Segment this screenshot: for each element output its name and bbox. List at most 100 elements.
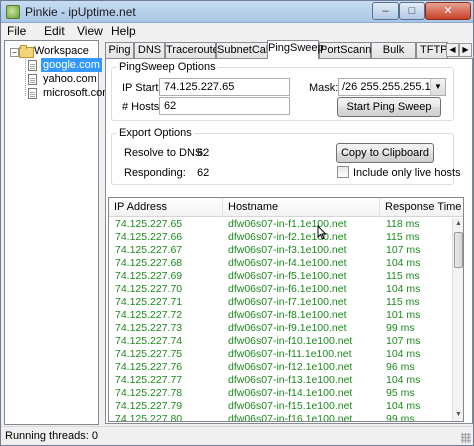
copy-to-clipboard-button[interactable]: Copy to Clipboard bbox=[336, 143, 434, 163]
tree-root-workspace[interactable]: − Workspace bbox=[5, 44, 98, 58]
tab-scroll-left-icon[interactable]: ◀ bbox=[446, 43, 459, 57]
table-row[interactable]: 74.125.227.76 dfw06s07-in-f12.1e100.net 96… bbox=[109, 361, 453, 374]
mask-select-value: /26 255.255.255.192 bbox=[342, 81, 443, 93]
row-hostname: dfw06s07-in-f9.1e100.net bbox=[228, 322, 347, 334]
tree-item-label: google.com bbox=[41, 58, 102, 72]
row-hostname: dfw06s07-in-f5.1e100.net bbox=[228, 270, 347, 282]
table-row[interactable]: 74.125.227.70 dfw06s07-in-f6.1e100.net 104… bbox=[109, 283, 453, 296]
start-ping-sweep-button[interactable]: Start Ping Sweep bbox=[337, 97, 441, 117]
row-response-time: 101 ms bbox=[386, 309, 421, 321]
row-hostname: dfw06s07-in-f6.1e100.net bbox=[228, 283, 347, 295]
tab-subnetcalc[interactable]: SubnetCalc bbox=[216, 42, 274, 58]
menu-help[interactable]: Help bbox=[111, 24, 136, 38]
window-title: Pinkie - ipUptime.net bbox=[25, 5, 136, 19]
menu-view[interactable]: View bbox=[77, 24, 103, 38]
mask-select[interactable]: /26 255.255.255.192 ▼ bbox=[338, 78, 446, 96]
responding-count: 62 bbox=[197, 167, 210, 179]
tab-scroll-right-icon[interactable]: ▶ bbox=[459, 43, 472, 57]
col-ip-address[interactable]: IP Address bbox=[109, 198, 223, 217]
row-ip-address: 74.125.227.67 bbox=[115, 244, 183, 256]
row-response-time: 104 ms bbox=[386, 400, 421, 412]
responding-label: Responding: bbox=[124, 167, 186, 179]
row-ip-address: 74.125.227.70 bbox=[115, 283, 183, 295]
tab-scroll-buttons: ◀ ▶ bbox=[446, 43, 473, 57]
tab-traceroute[interactable]: Traceroute bbox=[165, 42, 219, 58]
row-hostname: dfw06s07-in-f12.1e100.net bbox=[228, 361, 353, 373]
row-hostname: dfw06s07-in-f7.1e100.net bbox=[228, 296, 347, 308]
scroll-down-icon[interactable]: ▼ bbox=[453, 409, 463, 421]
row-hostname: dfw06s07-in-f4.1e100.net bbox=[228, 257, 347, 269]
row-hostname: dfw06s07-in-f2.1e100.net bbox=[228, 231, 347, 243]
table-row[interactable]: 74.125.227.79 dfw06s07-in-f15.1e100.net 10… bbox=[109, 400, 453, 413]
close-button[interactable]: ✕ bbox=[425, 2, 471, 20]
table-row[interactable]: 74.125.227.66 dfw06s07-in-f2.1e100.net 115… bbox=[109, 231, 453, 244]
table-row[interactable]: 74.125.227.65 dfw06s07-in-f1.1e100.net 118… bbox=[109, 218, 453, 231]
tab-ping[interactable]: Ping bbox=[105, 42, 134, 58]
results-header: IP Address Hostname Response Time bbox=[109, 198, 463, 217]
row-response-time: 104 ms bbox=[386, 348, 421, 360]
row-response-time: 107 ms bbox=[386, 335, 421, 347]
chevron-down-icon[interactable]: ▼ bbox=[430, 79, 445, 95]
workspace-tree[interactable]: − Workspace google.com yahoo.com microso… bbox=[4, 40, 111, 425]
row-ip-address: 74.125.227.79 bbox=[115, 400, 183, 412]
table-row[interactable]: 74.125.227.78 dfw06s07-in-f14.1e100.net 95… bbox=[109, 387, 453, 400]
row-response-time: 95 ms bbox=[386, 387, 415, 399]
pingsweep-options-title: PingSweep Options bbox=[117, 61, 218, 73]
hosts-label: # Hosts: bbox=[122, 101, 163, 113]
results-scrollbar[interactable]: ▲ ▼ bbox=[452, 218, 463, 421]
row-hostname: dfw06s07-in-f15.1e100.net bbox=[228, 400, 353, 412]
maximize-button[interactable]: □ bbox=[399, 2, 425, 20]
row-ip-address: 74.125.227.69 bbox=[115, 270, 183, 282]
host-file-icon bbox=[28, 74, 37, 85]
row-response-time: 96 ms bbox=[386, 361, 415, 373]
collapse-icon[interactable]: − bbox=[10, 48, 19, 57]
hosts-input[interactable]: 62 bbox=[159, 97, 290, 115]
row-hostname: dfw06s07-in-f1.1e100.net bbox=[228, 218, 347, 230]
row-ip-address: 74.125.227.74 bbox=[115, 335, 183, 347]
tab-portscanner[interactable]: PortScanner bbox=[319, 42, 381, 58]
mask-label: Mask: bbox=[309, 82, 339, 94]
minimize-button[interactable]: – bbox=[372, 2, 399, 20]
row-ip-address: 74.125.227.72 bbox=[115, 309, 183, 321]
table-row[interactable]: 74.125.227.74 dfw06s07-in-f10.1e100.net 10… bbox=[109, 335, 453, 348]
export-options-title: Export Options bbox=[117, 127, 194, 139]
table-row[interactable]: 74.125.227.77 dfw06s07-in-f13.1e100.net 10… bbox=[109, 374, 453, 387]
scroll-up-icon[interactable]: ▲ bbox=[453, 218, 463, 230]
app-logo-icon bbox=[6, 5, 20, 19]
tree-root-label: Workspace bbox=[34, 45, 89, 57]
row-ip-address: 74.125.227.77 bbox=[115, 374, 183, 386]
row-response-time: 104 ms bbox=[386, 283, 421, 295]
menu-edit[interactable]: Edit bbox=[44, 24, 65, 38]
tab-dns[interactable]: DNS bbox=[134, 42, 165, 58]
live-hosts-checkbox[interactable] bbox=[337, 166, 349, 178]
row-hostname: dfw06s07-in-f3.1e100.net bbox=[228, 244, 347, 256]
row-ip-address: 74.125.227.78 bbox=[115, 387, 183, 399]
table-row[interactable]: 74.125.227.75 dfw06s07-in-f11.1e100.net 10… bbox=[109, 348, 453, 361]
row-ip-address: 74.125.227.65 bbox=[115, 218, 183, 230]
table-row[interactable]: 74.125.227.73 dfw06s07-in-f9.1e100.net 99 … bbox=[109, 322, 453, 335]
tab-bulk-dns[interactable]: Bulk DNS bbox=[371, 42, 416, 71]
tab-pingsweep[interactable]: PingSweep bbox=[267, 40, 324, 59]
tab-tftp[interactable]: TFTP S bbox=[416, 42, 448, 58]
col-hostname[interactable]: Hostname bbox=[223, 198, 380, 217]
tree-item-label: yahoo.com bbox=[43, 73, 97, 85]
resize-grip-icon[interactable] bbox=[461, 433, 471, 443]
table-row[interactable]: 74.125.227.80 dfw06s07-in-f16.1e100.net 99… bbox=[109, 413, 453, 421]
table-row[interactable]: 74.125.227.68 dfw06s07-in-f4.1e100.net 104… bbox=[109, 257, 453, 270]
mouse-cursor-icon bbox=[317, 225, 327, 240]
table-row[interactable]: 74.125.227.67 dfw06s07-in-f3.1e100.net 107… bbox=[109, 244, 453, 257]
table-row[interactable]: 74.125.227.71 dfw06s07-in-f7.1e100.net 115… bbox=[109, 296, 453, 309]
menu-file[interactable]: File bbox=[7, 24, 26, 38]
results-list[interactable]: IP Address Hostname Response Time 74.125… bbox=[108, 197, 464, 422]
title-bar[interactable]: Pinkie - ipUptime.net – □ ✕ bbox=[1, 1, 473, 23]
table-row[interactable]: 74.125.227.69 dfw06s07-in-f5.1e100.net 115… bbox=[109, 270, 453, 283]
status-text: Running threads: 0 bbox=[5, 430, 98, 442]
row-response-time: 118 ms bbox=[386, 218, 420, 230]
row-ip-address: 74.125.227.73 bbox=[115, 322, 183, 334]
resolve-dns-count: 62 bbox=[197, 147, 210, 159]
ip-start-input[interactable]: 74.125.227.65 bbox=[159, 78, 290, 96]
col-response-time[interactable]: Response Time bbox=[380, 198, 463, 217]
table-row[interactable]: 74.125.227.72 dfw06s07-in-f8.1e100.net 101… bbox=[109, 309, 453, 322]
scrollbar-thumb[interactable] bbox=[454, 232, 463, 268]
host-file-icon bbox=[28, 60, 37, 71]
